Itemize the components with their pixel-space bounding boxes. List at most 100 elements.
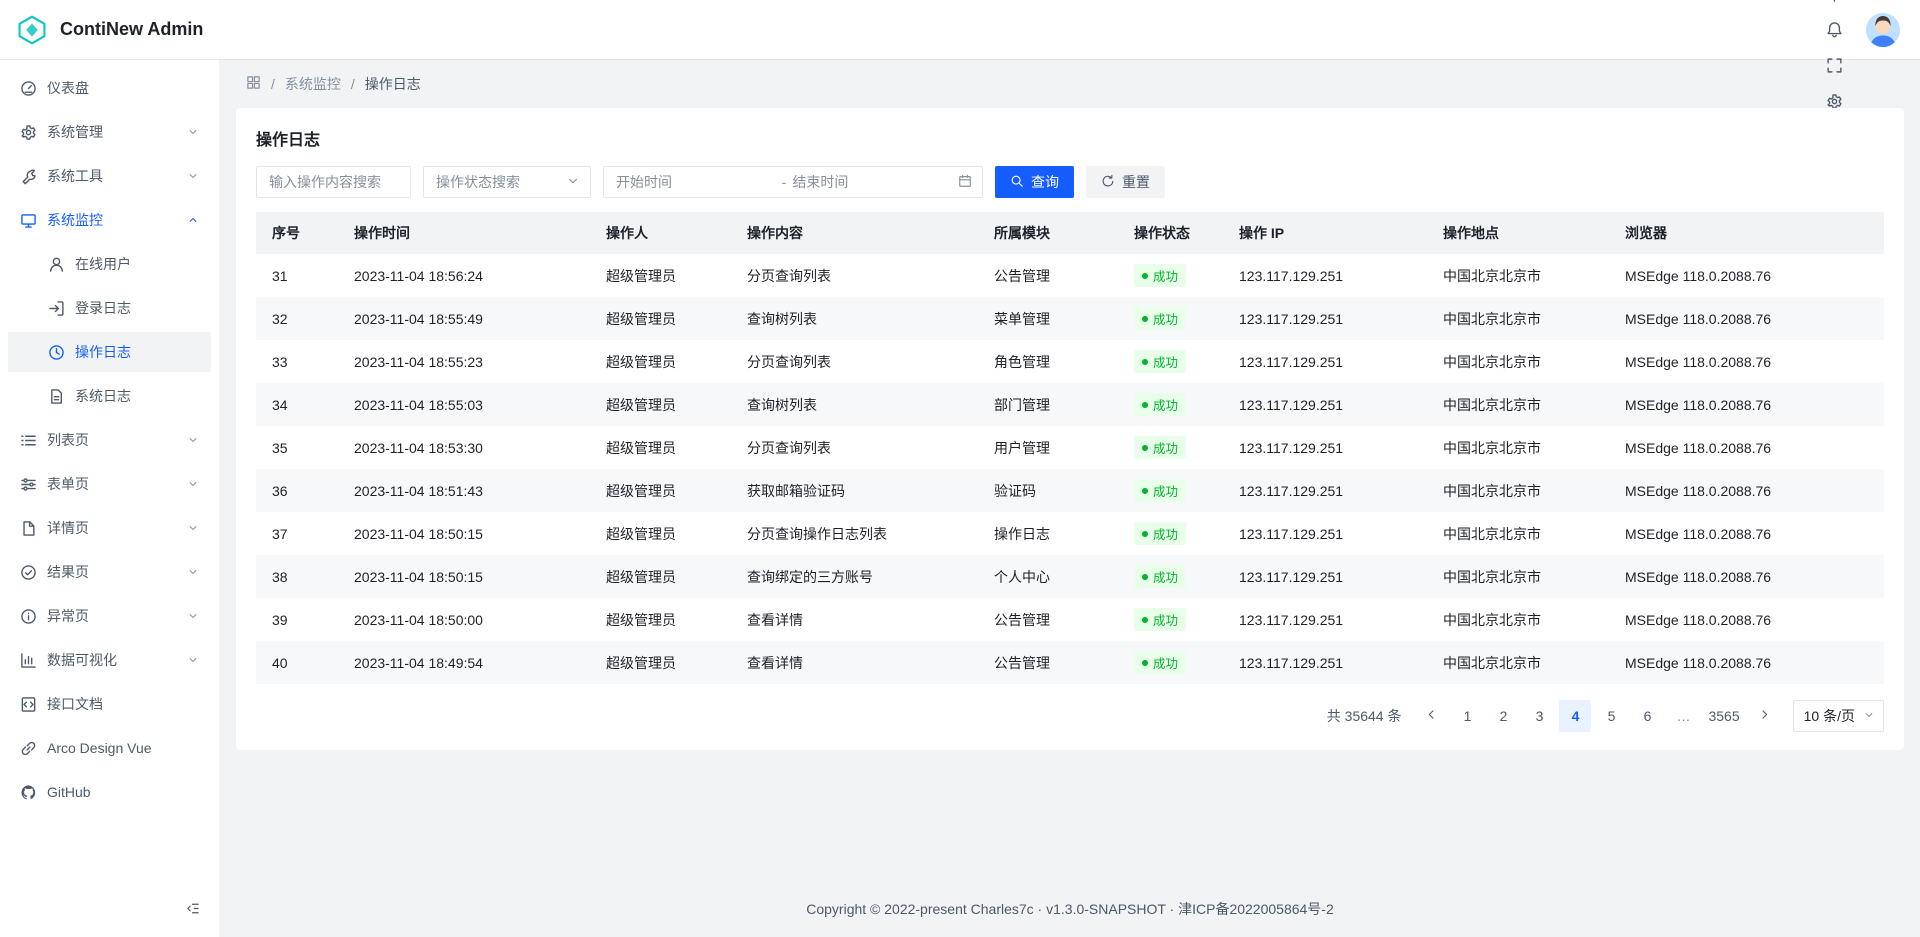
cell-status: 成功 [1118, 383, 1223, 426]
cell: 分页查询列表 [731, 340, 978, 383]
cell: 123.117.129.251 [1223, 512, 1427, 555]
chevron-down-icon [187, 170, 199, 182]
status-dot-icon [1142, 402, 1148, 408]
page-title: 操作日志 [256, 126, 1884, 150]
sidebar-item-arco-design-vue[interactable]: Arco Design Vue [8, 728, 211, 768]
status-dot-icon [1142, 445, 1148, 451]
cell: 35 [256, 426, 338, 469]
status-select[interactable]: 操作状态搜索 [423, 166, 591, 198]
sidebar-item-list-page[interactable]: 列表页 [8, 420, 211, 460]
cell: MSEdge 118.0.2088.76 [1609, 254, 1884, 297]
sidebar-item-label: 仪表盘 [47, 78, 199, 98]
theme-toggle-button[interactable] [1816, 0, 1852, 12]
cell: 公告管理 [978, 254, 1118, 297]
cell: 中国北京北京市 [1427, 254, 1609, 297]
cell: 中国北京北京市 [1427, 555, 1609, 598]
sidebar-item-result-page[interactable]: 结果页 [8, 552, 211, 592]
sidebar-item-api-docs[interactable]: 接口文档 [8, 684, 211, 724]
logo[interactable]: ContiNew Admin [16, 14, 203, 46]
main-content: / 系统监控 / 操作日志 操作日志 操作状态搜索 开始时间 - 结束时间 [220, 60, 1920, 937]
cell: 123.117.129.251 [1223, 598, 1427, 641]
sidebar-item-label: 列表页 [47, 430, 177, 450]
notification-button[interactable] [1816, 12, 1852, 48]
cell-status: 成功 [1118, 598, 1223, 641]
pagination-page-4[interactable]: 4 [1559, 700, 1591, 732]
query-button[interactable]: 查询 [995, 166, 1074, 198]
sidebar-item-system-tools[interactable]: 系统工具 [8, 156, 211, 196]
cell: 123.117.129.251 [1223, 383, 1427, 426]
status-text: 成功 [1153, 266, 1178, 285]
sidebar-item-data-visualization[interactable]: 数据可视化 [8, 640, 211, 680]
sidebar-item-system-log[interactable]: 系统日志 [8, 376, 211, 416]
cell: MSEdge 118.0.2088.76 [1609, 426, 1884, 469]
pagination-page-2[interactable]: 2 [1487, 700, 1519, 732]
api-icon [20, 696, 37, 713]
page-size-select[interactable]: 10 条/页 [1793, 700, 1884, 732]
cell: 123.117.129.251 [1223, 254, 1427, 297]
content-search-input[interactable] [256, 166, 411, 198]
chevron-down-icon [187, 610, 199, 622]
sidebar-item-exception-page[interactable]: 异常页 [8, 596, 211, 636]
chevron-down-icon [187, 522, 199, 534]
cell: 查询绑定的三方账号 [731, 555, 978, 598]
app-title: ContiNew Admin [60, 19, 203, 40]
pagination-page-5[interactable]: 5 [1595, 700, 1627, 732]
sidebar-item-github[interactable]: GitHub [8, 772, 211, 812]
pagination-page-1[interactable]: 1 [1451, 700, 1483, 732]
pagination-page-3[interactable]: 3 [1523, 700, 1555, 732]
cell: MSEdge 118.0.2088.76 [1609, 297, 1884, 340]
pagination-page-6[interactable]: 6 [1631, 700, 1663, 732]
pagination-next-button[interactable] [1749, 700, 1781, 732]
cell: MSEdge 118.0.2088.76 [1609, 469, 1884, 512]
bell-icon [1826, 21, 1843, 38]
cell: 中国北京北京市 [1427, 598, 1609, 641]
status-dot-icon [1142, 359, 1148, 365]
refresh-icon [1101, 174, 1115, 188]
user-avatar[interactable] [1866, 13, 1900, 47]
cell: 分页查询操作日志列表 [731, 512, 978, 555]
github-icon [20, 784, 37, 801]
date-range-picker[interactable]: 开始时间 - 结束时间 [603, 166, 983, 198]
column-header-0: 序号 [256, 212, 338, 254]
cell: 40 [256, 641, 338, 684]
cell-status: 成功 [1118, 555, 1223, 598]
status-badge: 成功 [1134, 393, 1186, 416]
breadcrumb-item-system-monitor[interactable]: 系统监控 [285, 74, 341, 94]
breadcrumb-home[interactable] [246, 75, 261, 93]
status-dot-icon [1142, 273, 1148, 279]
sidebar-collapse-button[interactable] [177, 895, 207, 925]
status-text: 成功 [1153, 610, 1178, 629]
cell: 菜单管理 [978, 297, 1118, 340]
sidebar-item-dashboard[interactable]: 仪表盘 [8, 68, 211, 108]
history-icon [48, 344, 65, 361]
status-text: 成功 [1153, 395, 1178, 414]
pagination-more-button[interactable]: … [1667, 700, 1699, 732]
date-start-placeholder: 开始时间 [616, 172, 776, 192]
sidebar-item-detail-page[interactable]: 详情页 [8, 508, 211, 548]
query-button-label: 查询 [1031, 172, 1059, 192]
sidebar-item-system-management[interactable]: 系统管理 [8, 112, 211, 152]
link-icon [20, 740, 37, 757]
cell: 超级管理员 [590, 426, 731, 469]
list-icon [20, 432, 37, 449]
sidebar-item-operation-log[interactable]: 操作日志 [8, 332, 211, 372]
cell: MSEdge 118.0.2088.76 [1609, 512, 1884, 555]
status-badge: 成功 [1134, 436, 1186, 459]
cell: 用户管理 [978, 426, 1118, 469]
pagination-page-3565[interactable]: 3565 [1703, 700, 1744, 732]
cell: 31 [256, 254, 338, 297]
reset-button[interactable]: 重置 [1086, 166, 1165, 198]
sidebar-item-online-users[interactable]: 在线用户 [8, 244, 211, 284]
column-header-3: 操作内容 [731, 212, 978, 254]
sidebar-item-system-monitor[interactable]: 系统监控 [8, 200, 211, 240]
sidebar-item-form-page[interactable]: 表单页 [8, 464, 211, 504]
column-header-5: 操作状态 [1118, 212, 1223, 254]
pagination-prev-button[interactable] [1415, 700, 1447, 732]
cell: 中国北京北京市 [1427, 512, 1609, 555]
status-badge: 成功 [1134, 264, 1186, 287]
cell: 123.117.129.251 [1223, 340, 1427, 383]
sidebar-item-label: 表单页 [47, 474, 177, 494]
filter-bar: 操作状态搜索 开始时间 - 结束时间 查询 重置 [256, 166, 1884, 198]
cell: 查看详情 [731, 641, 978, 684]
sidebar-item-login-log[interactable]: 登录日志 [8, 288, 211, 328]
